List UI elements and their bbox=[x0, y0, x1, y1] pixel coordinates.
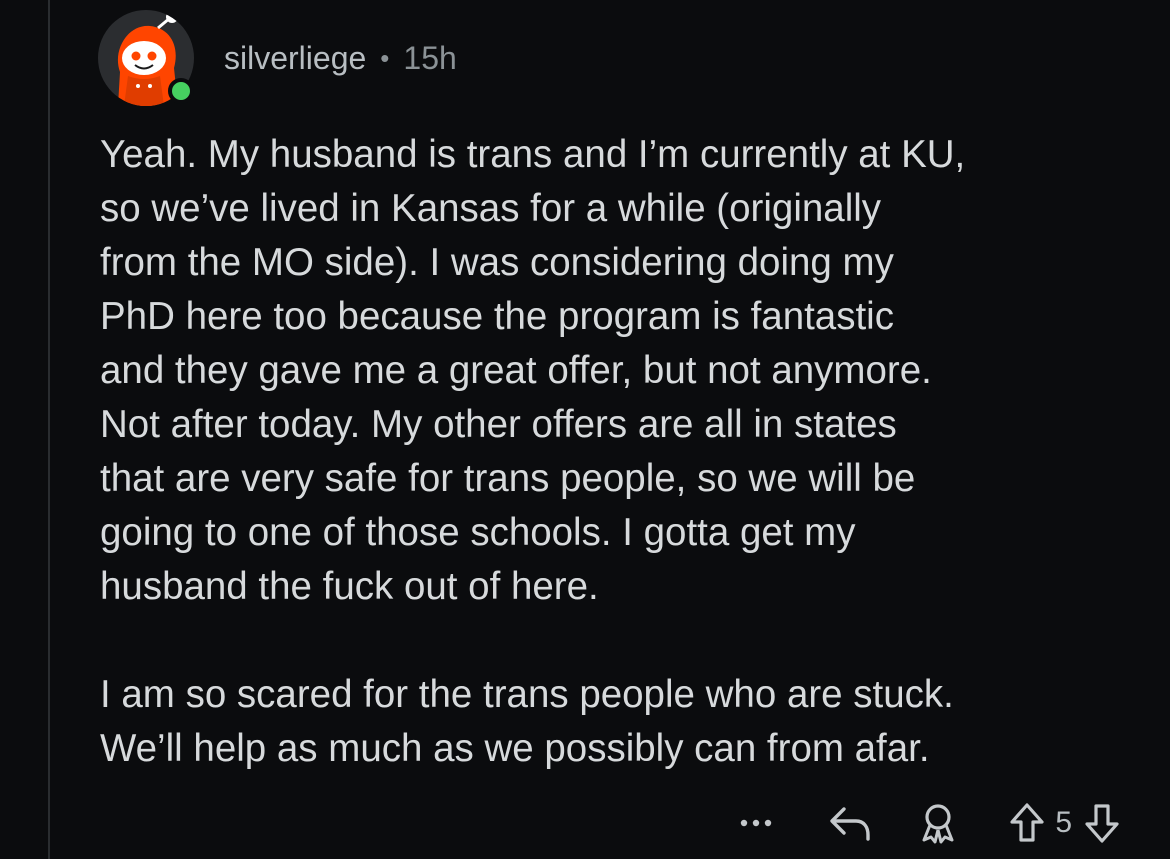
comment-paragraph: Yeah. My husband is trans and I’m curren… bbox=[100, 133, 966, 608]
avatar[interactable] bbox=[98, 10, 194, 106]
thread-line[interactable] bbox=[48, 0, 50, 859]
online-status-icon bbox=[168, 78, 194, 104]
author-username[interactable]: silverliege bbox=[224, 40, 366, 77]
more-options-button[interactable] bbox=[733, 816, 783, 830]
upvote-button[interactable] bbox=[1007, 802, 1047, 844]
award-button[interactable] bbox=[913, 802, 963, 844]
reply-button[interactable] bbox=[825, 803, 875, 843]
meta-separator: • bbox=[380, 42, 390, 73]
comment-actions: 5 bbox=[733, 793, 1122, 853]
comment-body: Yeah. My husband is trans and I’m curren… bbox=[100, 128, 1145, 776]
vote-count: 5 bbox=[1055, 806, 1072, 839]
reply-icon bbox=[830, 807, 871, 841]
more-icon bbox=[741, 819, 772, 827]
downvote-icon bbox=[1085, 804, 1119, 843]
comment-header: silverliege • 15h bbox=[98, 8, 457, 108]
comment-meta: silverliege • 15h bbox=[224, 40, 457, 77]
upvote-icon bbox=[1010, 803, 1044, 842]
downvote-button[interactable] bbox=[1082, 802, 1122, 844]
comment-paragraph: I am so scared for the trans people who … bbox=[100, 673, 954, 770]
award-icon bbox=[922, 804, 954, 844]
comment-timestamp[interactable]: 15h bbox=[403, 40, 456, 77]
